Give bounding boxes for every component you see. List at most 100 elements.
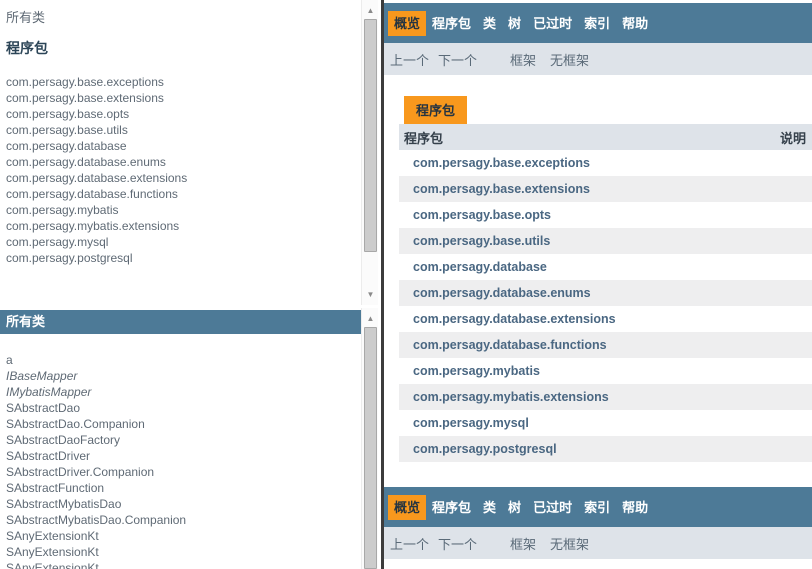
tab-deprecated[interactable]: 已过时 bbox=[527, 495, 578, 520]
description-cell bbox=[780, 228, 812, 254]
package-link[interactable]: com.persagy.database.enums bbox=[6, 154, 360, 170]
scrollbar-thumb[interactable] bbox=[364, 327, 377, 569]
frames-link[interactable]: 框架 bbox=[510, 534, 536, 553]
class-link[interactable]: a bbox=[6, 352, 360, 368]
tab-class[interactable]: 类 bbox=[477, 495, 502, 520]
tab-deprecated[interactable]: 已过时 bbox=[527, 11, 578, 36]
package-link[interactable]: com.persagy.base.extensions bbox=[413, 182, 590, 196]
all-classes-header-bar: 所有类 bbox=[0, 310, 361, 334]
class-link[interactable]: SAbstractMybatisDao.Companion bbox=[6, 512, 360, 528]
tab-overview[interactable]: 概览 bbox=[388, 11, 426, 36]
package-link[interactable]: com.persagy.postgresql bbox=[6, 250, 360, 266]
all-classes-frame: 所有类 a IBaseMapper IMybatisMapper SAbstra… bbox=[0, 308, 378, 569]
class-link[interactable]: SAbstractDriver.Companion bbox=[6, 464, 360, 480]
no-frames-link[interactable]: 无框架 bbox=[550, 50, 589, 69]
package-link[interactable]: com.persagy.base.opts bbox=[413, 208, 551, 222]
tab-package[interactable]: 程序包 bbox=[426, 495, 477, 520]
tab-tree[interactable]: 树 bbox=[502, 11, 527, 36]
tab-class[interactable]: 类 bbox=[477, 11, 502, 36]
all-classes-frame-scrollbar[interactable]: ▲ bbox=[361, 308, 378, 569]
package-link[interactable]: com.persagy.database.functions bbox=[6, 186, 360, 202]
class-link[interactable]: SAbstractMybatisDao bbox=[6, 496, 360, 512]
next-link[interactable]: 下一个 bbox=[438, 50, 477, 69]
package-link[interactable]: com.persagy.base.exceptions bbox=[413, 156, 590, 170]
table-row: com.persagy.database.enums bbox=[399, 280, 812, 306]
no-frames-link[interactable]: 无框架 bbox=[550, 534, 589, 553]
package-cell: com.persagy.database.enums bbox=[399, 280, 780, 306]
class-link[interactable]: SAbstractDao bbox=[6, 400, 360, 416]
package-link[interactable]: com.persagy.base.utils bbox=[413, 234, 550, 248]
description-cell bbox=[780, 306, 812, 332]
class-link[interactable]: SAbstractDaoFactory bbox=[6, 432, 360, 448]
prev-link[interactable]: 上一个 bbox=[390, 534, 429, 553]
package-link[interactable]: com.persagy.database.extensions bbox=[6, 170, 360, 186]
table-row: com.persagy.mybatis bbox=[399, 358, 812, 384]
scroll-up-icon[interactable]: ▲ bbox=[362, 2, 378, 19]
description-cell bbox=[780, 410, 812, 436]
class-list: a IBaseMapper IMybatisMapper SAbstractDa… bbox=[6, 352, 360, 569]
class-link[interactable]: SAbstractFunction bbox=[6, 480, 360, 496]
next-link[interactable]: 下一个 bbox=[438, 534, 477, 553]
overview-frame-scrollbar[interactable]: ▲ ▼ bbox=[361, 0, 378, 305]
frames-link[interactable]: 框架 bbox=[510, 50, 536, 69]
package-link[interactable]: com.persagy.base.opts bbox=[6, 106, 360, 122]
table-row: com.persagy.base.opts bbox=[399, 202, 812, 228]
table-row: com.persagy.base.exceptions bbox=[399, 150, 812, 176]
top-subnav: 上一个 下一个 框架 无框架 bbox=[384, 43, 812, 75]
overview-frame-content: 所有类 程序包 com.persagy.base.exceptions com.… bbox=[0, 0, 360, 305]
scrollbar-thumb[interactable] bbox=[364, 19, 377, 252]
package-cell: com.persagy.base.utils bbox=[399, 228, 780, 254]
javadoc-page: 所有类 程序包 com.persagy.base.exceptions com.… bbox=[0, 0, 812, 569]
package-link[interactable]: com.persagy.mybatis.extensions bbox=[413, 390, 609, 404]
class-link[interactable]: IMybatisMapper bbox=[6, 384, 360, 400]
scroll-up-icon[interactable]: ▲ bbox=[362, 310, 378, 327]
description-cell bbox=[780, 150, 812, 176]
description-cell bbox=[780, 254, 812, 280]
package-cell: com.persagy.database.functions bbox=[399, 332, 780, 358]
package-link[interactable]: com.persagy.mysql bbox=[413, 416, 529, 430]
package-link[interactable]: com.persagy.mybatis bbox=[413, 364, 540, 378]
package-link[interactable]: com.persagy.base.exceptions bbox=[6, 74, 360, 90]
class-link[interactable]: SAnyExtensionKt bbox=[6, 528, 360, 544]
package-link[interactable]: com.persagy.postgresql bbox=[413, 442, 557, 456]
table-header-row: 程序包 说明 bbox=[399, 124, 812, 150]
package-link[interactable]: com.persagy.mybatis.extensions bbox=[6, 218, 360, 234]
class-link[interactable]: SAbstractDao.Companion bbox=[6, 416, 360, 432]
description-cell bbox=[780, 176, 812, 202]
package-link[interactable]: com.persagy.base.extensions bbox=[6, 90, 360, 106]
package-link[interactable]: com.persagy.base.utils bbox=[6, 122, 360, 138]
description-cell bbox=[780, 280, 812, 306]
table-row: com.persagy.database bbox=[399, 254, 812, 280]
scroll-down-icon[interactable]: ▼ bbox=[362, 286, 378, 303]
description-cell bbox=[780, 358, 812, 384]
package-link[interactable]: com.persagy.database bbox=[413, 260, 547, 274]
tab-index[interactable]: 索引 bbox=[578, 495, 616, 520]
class-link[interactable]: IBaseMapper bbox=[6, 368, 360, 384]
table-row: com.persagy.database.extensions bbox=[399, 306, 812, 332]
all-classes-link[interactable]: 所有类 bbox=[6, 10, 360, 26]
bottom-navbar: 概览 程序包 类 树 已过时 索引 帮助 bbox=[384, 487, 812, 527]
tab-index[interactable]: 索引 bbox=[578, 11, 616, 36]
package-link[interactable]: com.persagy.database.enums bbox=[413, 286, 591, 300]
overview-frame: 所有类 程序包 com.persagy.base.exceptions com.… bbox=[0, 0, 378, 305]
tab-package[interactable]: 程序包 bbox=[426, 11, 477, 36]
package-link[interactable]: com.persagy.database.extensions bbox=[413, 312, 616, 326]
tab-help[interactable]: 帮助 bbox=[616, 11, 654, 36]
table-row: com.persagy.mysql bbox=[399, 410, 812, 436]
bottom-subnav: 上一个 下一个 框架 无框架 bbox=[384, 527, 812, 559]
package-cell: com.persagy.mysql bbox=[399, 410, 780, 436]
package-link[interactable]: com.persagy.database.functions bbox=[413, 338, 607, 352]
class-link[interactable]: SAnyExtensionKt bbox=[6, 560, 360, 569]
tab-overview[interactable]: 概览 bbox=[388, 495, 426, 520]
package-link[interactable]: com.persagy.mysql bbox=[6, 234, 360, 250]
description-cell bbox=[780, 436, 812, 462]
packages-heading: 程序包 bbox=[6, 40, 360, 57]
class-link[interactable]: SAbstractDriver bbox=[6, 448, 360, 464]
class-link[interactable]: SAnyExtensionKt bbox=[6, 544, 360, 560]
tab-help[interactable]: 帮助 bbox=[616, 495, 654, 520]
prev-link[interactable]: 上一个 bbox=[390, 50, 429, 69]
tab-tree[interactable]: 树 bbox=[502, 495, 527, 520]
package-link[interactable]: com.persagy.database bbox=[6, 138, 360, 154]
package-cell: com.persagy.mybatis bbox=[399, 358, 780, 384]
package-link[interactable]: com.persagy.mybatis bbox=[6, 202, 360, 218]
